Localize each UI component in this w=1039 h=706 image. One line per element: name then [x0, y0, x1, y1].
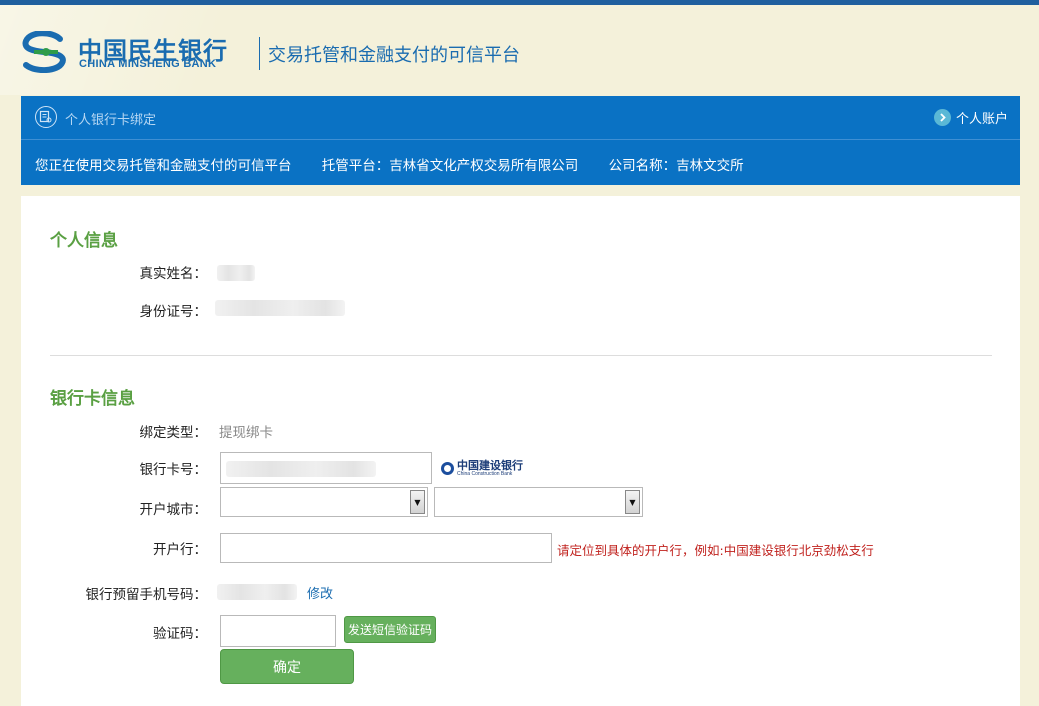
- real-name-label: 真实姓名：: [139, 266, 208, 282]
- card-number-label: 银行卡号：: [139, 462, 208, 478]
- ccb-logo-icon: [441, 462, 454, 475]
- id-number-label: 身份证号：: [139, 304, 208, 320]
- personal-account-link[interactable]: 个人账户: [933, 108, 1008, 127]
- minsheng-logo-icon: [20, 30, 72, 73]
- caret-down-icon: ▼: [625, 490, 640, 514]
- city-select[interactable]: ▼: [434, 487, 643, 517]
- real-name-value-redacted: [217, 265, 255, 281]
- bank-card-info-title: 银行卡信息: [50, 389, 135, 409]
- page-title: 个人银行卡绑定: [65, 113, 157, 128]
- province-select[interactable]: ▼: [220, 487, 428, 517]
- verify-code-label: 验证码：: [153, 626, 207, 642]
- personal-account-label: 个人账户: [955, 112, 1008, 127]
- confirm-button[interactable]: 确定: [220, 649, 354, 684]
- bind-type-label: 绑定类型：: [139, 425, 208, 441]
- verify-code-input[interactable]: [220, 615, 336, 647]
- bank-name-en: CHINA MINSHENG BANK: [79, 58, 217, 70]
- id-number-value-redacted: [215, 300, 345, 316]
- card-bind-icon: [35, 106, 57, 128]
- chevron-right-circle-icon: [933, 109, 951, 126]
- modify-phone-link[interactable]: 修改: [307, 583, 333, 602]
- bind-type-value: 提现绑卡: [219, 425, 273, 441]
- reserved-phone-value-redacted: [217, 584, 297, 600]
- header-bar-divider: [21, 139, 1020, 140]
- card-number-field[interactable]: [220, 452, 432, 484]
- platform-title: 交易托管和金融支付的可信平台: [268, 45, 520, 66]
- info-custody-text: 托管平台：吉林省文化产权交易所有限公司: [321, 158, 579, 174]
- open-city-label: 开户城市：: [139, 502, 208, 518]
- main-form-panel: 个人信息 真实姓名： 身份证号： 银行卡信息 绑定类型： 提现绑卡 银行卡号： …: [21, 196, 1020, 706]
- page-header-bar: 个人银行卡绑定 个人账户 您正在使用交易托管和金融支付的可信平台 托管平台：吉林…: [21, 96, 1020, 185]
- branch-hint: 请定位到具体的开户行，例如:中国建设银行北京劲松支行: [557, 543, 874, 558]
- bank-logo-name-cn: 中国建设银行: [457, 459, 523, 472]
- ccb-bank-logo: 中国建设银行 China Construction Bank: [441, 460, 523, 477]
- info-platform-text: 您正在使用交易托管和金融支付的可信平台: [35, 158, 292, 174]
- caret-down-icon: ▼: [410, 490, 425, 514]
- branch-label: 开户行：: [153, 542, 207, 558]
- platform-info-line: 您正在使用交易托管和金融支付的可信平台 托管平台：吉林省文化产权交易所有限公司 …: [35, 154, 770, 174]
- send-sms-code-button[interactable]: 发送短信验证码: [344, 616, 436, 643]
- card-number-value-redacted: [226, 461, 376, 477]
- section-divider: [50, 355, 992, 356]
- logo-divider: [259, 37, 260, 70]
- personal-info-title: 个人信息: [50, 231, 118, 251]
- reserved-phone-label: 银行预留手机号码：: [85, 587, 208, 603]
- branch-input[interactable]: [220, 533, 552, 563]
- info-company-text: 公司名称：吉林文交所: [608, 158, 744, 174]
